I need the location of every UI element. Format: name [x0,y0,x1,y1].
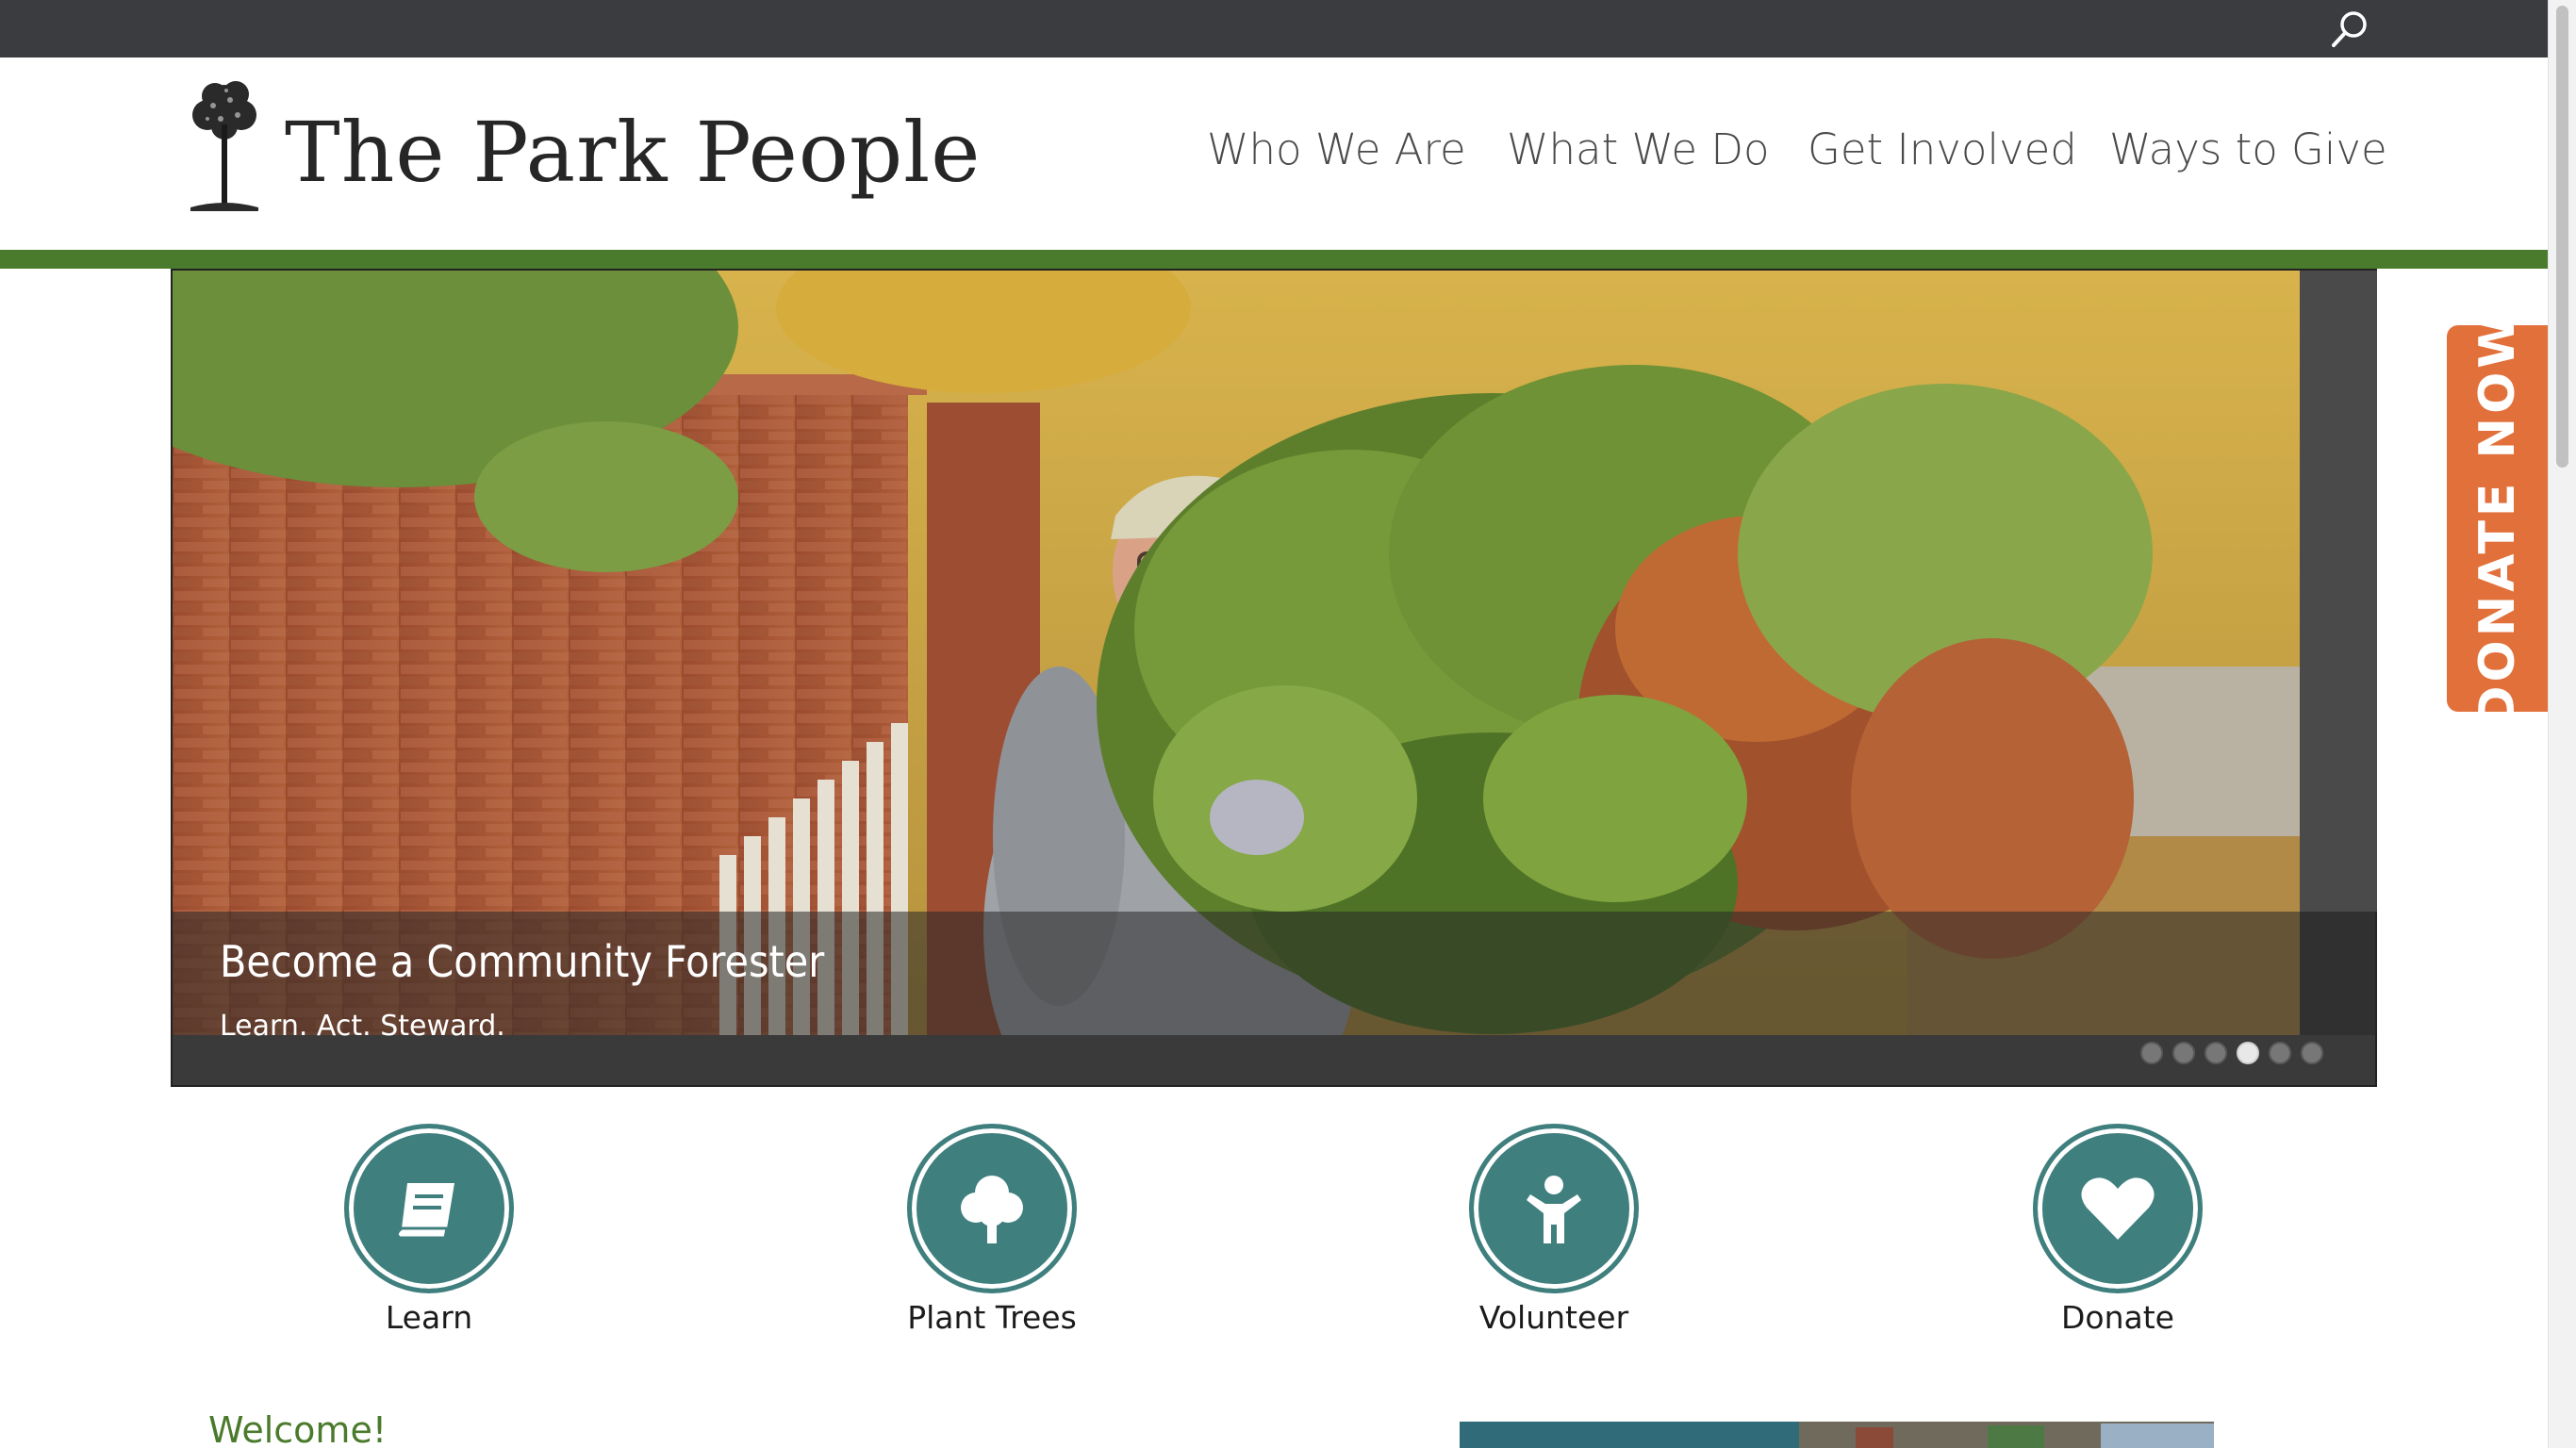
feature-donate[interactable]: Donate [1976,1124,2259,1341]
slider-dot-5[interactable] [2269,1042,2291,1064]
slider-dot-4[interactable] [2237,1042,2259,1064]
volunteer-circle[interactable] [1469,1124,1639,1293]
nav-ways-to-give[interactable]: Ways to Give [2109,128,2387,171]
feature-learn-label: Learn [385,1299,473,1336]
hero-slider[interactable]: Become a Community Forester Learn. Act. … [171,269,2377,1087]
scrollbar-thumb[interactable] [2556,6,2568,468]
slider-dot-3[interactable] [2204,1042,2227,1064]
slider-dot-2[interactable] [2172,1042,2195,1064]
slide-subtitle: Learn. Act. Steward. [220,1010,505,1043]
feature-donate-label: Donate [2061,1299,2174,1336]
book-icon [395,1183,454,1240]
welcome-image [1460,1422,2214,1448]
site-logo-text[interactable]: The Park People [285,111,981,194]
logo-tree-icon[interactable] [181,77,268,215]
slider-dot-1[interactable] [2140,1042,2163,1064]
slider-dot-6[interactable] [2301,1042,2323,1064]
feature-volunteer-label: Volunteer [1478,1299,1629,1336]
heart-icon [2081,1177,2155,1240]
slide-title[interactable]: Become a Community Forester [220,940,824,983]
feature-plant-trees-label: Plant Trees [907,1299,1077,1336]
person-icon [1527,1176,1581,1243]
nav-get-involved[interactable]: Get Involved [1808,128,2077,171]
donate-circle[interactable] [2033,1124,2203,1293]
donate-now-label: DONATE NOW [2469,310,2526,727]
search-icon [2332,11,2367,47]
header-divider [0,250,2548,269]
welcome-heading: Welcome! [208,1409,388,1448]
utility-bar [0,0,2548,58]
nav-who-we-are[interactable]: Who We Are [1207,128,1466,171]
donate-now-tab[interactable]: DONATE NOW [2447,310,2548,727]
search-button[interactable] [2328,8,2371,51]
slider-pagination [2140,1042,2323,1066]
learn-circle[interactable] [344,1124,514,1293]
feature-plant-trees[interactable]: Plant Trees [850,1124,1133,1341]
feature-volunteer[interactable]: Volunteer [1412,1124,1695,1341]
feature-learn[interactable]: Learn [288,1124,570,1341]
nav-what-we-do[interactable]: What We Do [1507,128,1770,171]
slider-edge [2300,271,2377,912]
plant-trees-circle[interactable] [907,1124,1077,1293]
tree-icon [961,1176,1023,1243]
